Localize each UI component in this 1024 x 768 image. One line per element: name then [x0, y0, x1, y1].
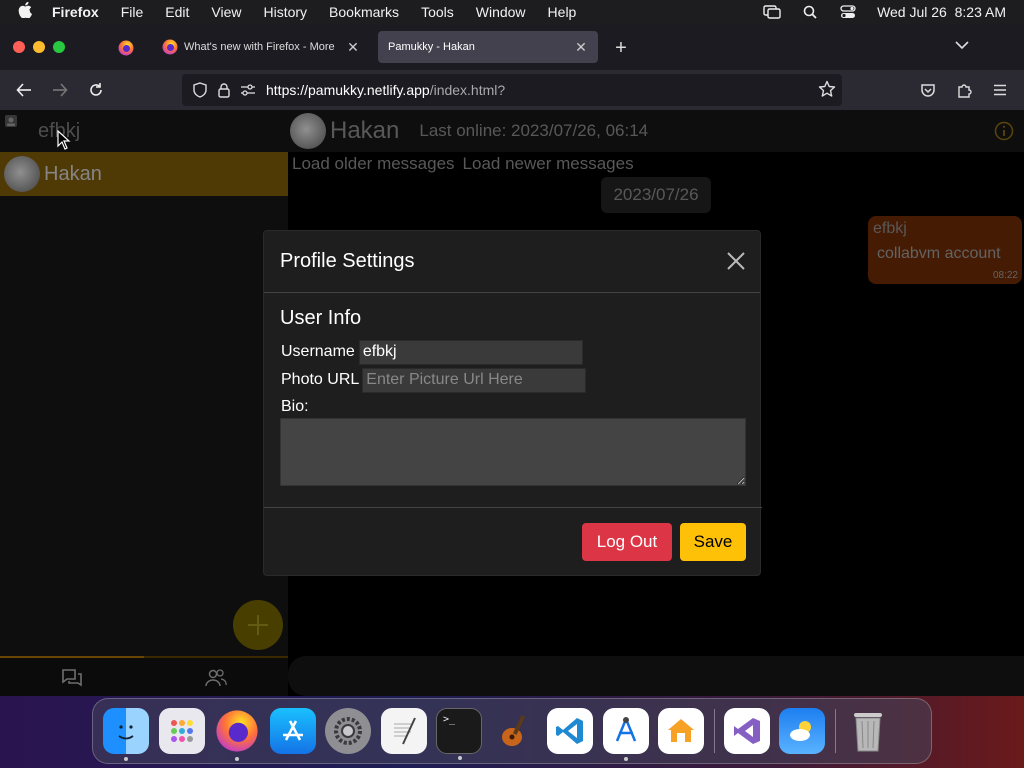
puzzle-piece-icon	[958, 84, 972, 98]
dialog-body: User Info Username Photo URL Bio:	[264, 293, 760, 486]
menu-app-name[interactable]: Firefox	[52, 4, 99, 20]
menu-view[interactable]: View	[211, 4, 241, 20]
pamukky-app: efbkj Hakan Hakan Last online: 2023/07/2…	[0, 110, 1024, 696]
dock-separator	[713, 709, 715, 753]
section-title: User Info	[280, 307, 362, 329]
browser-navbar: https://pamukky.netlify.app/index.html?	[0, 70, 1024, 110]
url-bar[interactable]: https://pamukky.netlify.app/index.html?	[182, 74, 842, 106]
visual-studio-icon[interactable]	[723, 708, 770, 754]
photo-url-row: Photo URL	[281, 366, 744, 394]
running-indicator	[623, 757, 628, 761]
terminal-icon[interactable]: >_	[436, 708, 482, 760]
forward-button[interactable]	[49, 79, 71, 101]
username-row: Username	[281, 338, 744, 366]
photo-url-field[interactable]	[362, 367, 587, 393]
new-tab-button[interactable]: +	[611, 37, 631, 60]
bookmark-star-icon[interactable]	[818, 80, 836, 101]
xcode-instruments-icon[interactable]	[602, 708, 649, 761]
firefox-icon	[162, 39, 178, 55]
dock-separator	[834, 709, 836, 753]
running-indicator	[235, 757, 239, 761]
menu-edit[interactable]: Edit	[165, 4, 189, 20]
tracking-protection-shield-icon[interactable]	[190, 80, 210, 100]
pocket-button[interactable]	[917, 79, 939, 101]
launchpad-icon[interactable]	[158, 708, 205, 754]
apple-icon[interactable]	[18, 1, 38, 22]
profile-settings-dialog: Profile Settings User Info Username Phot…	[263, 230, 762, 577]
running-indicator	[458, 756, 462, 760]
firefox-icon[interactable]	[214, 708, 260, 761]
url-host: https://pamukky.netlify.app	[266, 82, 430, 98]
spotlight-search-icon[interactable]	[801, 5, 819, 19]
minimize-window-button[interactable]	[33, 41, 45, 53]
mouse-cursor-icon	[57, 130, 71, 150]
username-label: Username	[281, 343, 355, 360]
vscode-icon[interactable]	[547, 708, 593, 754]
extensions-button[interactable]	[953, 79, 975, 101]
screen-mirroring-icon[interactable]	[763, 5, 781, 19]
photo-url-label: Photo URL	[281, 371, 360, 388]
firefox-icon	[118, 40, 134, 56]
permissions-icon[interactable]	[238, 80, 258, 100]
lock-icon[interactable]	[214, 80, 234, 100]
garageband-icon[interactable]	[492, 708, 538, 754]
control-center-icon[interactable]	[839, 5, 857, 19]
pocket-icon	[921, 83, 935, 97]
textedit-icon[interactable]	[380, 708, 427, 754]
app-store-icon[interactable]	[269, 708, 316, 754]
hamburger-menu-icon	[994, 84, 1006, 96]
tab-close-icon[interactable]: ✕	[574, 39, 588, 56]
pinned-tab-firefox[interactable]	[112, 36, 140, 60]
tab-whats-new[interactable]: What's new with Firefox - More ✕	[152, 31, 370, 63]
window-controls	[13, 41, 65, 53]
dialog-footer: Log Out Save	[264, 507, 762, 577]
running-indicator	[124, 757, 128, 761]
menu-file[interactable]: File	[121, 4, 144, 20]
list-all-tabs-icon[interactable]	[955, 37, 973, 55]
tab-pamukky[interactable]: Pamukky - Hakan ✕	[378, 31, 598, 63]
tab-title: Pamukky - Hakan	[388, 41, 475, 53]
menu-bookmarks[interactable]: Bookmarks	[329, 4, 399, 20]
bio-textarea[interactable]	[280, 418, 746, 486]
reload-icon	[90, 83, 102, 96]
menu-help[interactable]: Help	[548, 4, 577, 20]
reload-button[interactable]	[85, 79, 107, 101]
forward-arrow-icon	[53, 83, 68, 97]
menu-tools[interactable]: Tools	[421, 4, 454, 20]
log-out-button[interactable]: Log Out	[582, 523, 672, 561]
save-button[interactable]: Save	[680, 523, 746, 561]
maximize-window-button[interactable]	[53, 41, 65, 53]
trash-icon[interactable]	[845, 708, 891, 754]
close-window-button[interactable]	[13, 41, 25, 53]
tab-title: What's new with Firefox - More	[184, 41, 335, 53]
finder-icon[interactable]	[103, 708, 149, 761]
browser-tab-strip: What's new with Firefox - More ✕ Pamukky…	[0, 24, 1024, 70]
close-icon[interactable]	[726, 251, 746, 271]
tab-close-icon[interactable]: ✕	[346, 39, 360, 56]
system-settings-icon[interactable]	[325, 708, 371, 754]
back-arrow-icon	[16, 83, 31, 97]
username-field[interactable]	[358, 339, 583, 365]
dialog-title: Profile Settings	[280, 250, 415, 272]
back-button[interactable]	[13, 79, 35, 101]
dialog-header: Profile Settings	[264, 231, 760, 293]
macos-dock: >_	[92, 698, 932, 764]
url-text[interactable]: https://pamukky.netlify.app/index.html?	[266, 82, 505, 98]
menu-history[interactable]: History	[263, 4, 307, 20]
home-icon[interactable]	[658, 708, 704, 754]
app-menu-button[interactable]	[989, 79, 1011, 101]
url-path: /index.html?	[429, 82, 506, 98]
bio-label: Bio:	[281, 398, 309, 415]
macos-menubar: Firefox File Edit View History Bookmarks…	[0, 0, 1024, 24]
menu-window[interactable]: Window	[476, 4, 526, 20]
weather-icon[interactable]	[779, 708, 825, 754]
menubar-clock[interactable]: Wed Jul 26 8:23 AM	[877, 4, 1006, 20]
